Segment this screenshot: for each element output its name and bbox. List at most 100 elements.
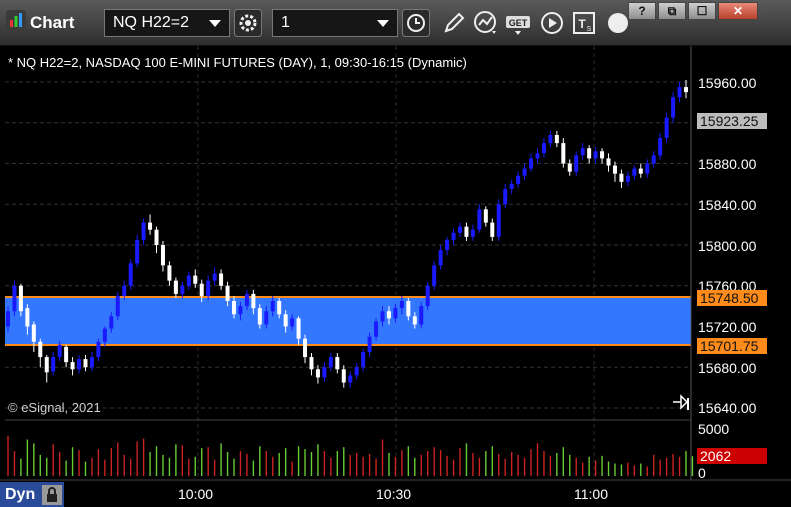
- restore-button[interactable]: ⧉: [658, 2, 686, 20]
- candle-body: [625, 175, 630, 182]
- chevron-down-icon[interactable]: [377, 20, 389, 27]
- candle-body: [25, 308, 30, 327]
- candle-body: [57, 344, 62, 358]
- candle-body: [303, 338, 308, 358]
- candle-body: [135, 239, 140, 264]
- interval-value: 1: [281, 14, 290, 31]
- candle-body: [148, 222, 153, 230]
- candle-body: [199, 283, 204, 296]
- candle-body: [541, 143, 546, 154]
- candle-body: [212, 273, 217, 281]
- candle-body: [70, 362, 75, 370]
- candle-body: [38, 341, 43, 358]
- candle-body: [516, 175, 521, 184]
- candle-body: [296, 318, 301, 339]
- band-upper-tag: 15748.50: [697, 290, 767, 306]
- candle-body: [264, 311, 269, 325]
- candle-body: [348, 375, 353, 383]
- candle-body: [399, 301, 404, 309]
- candle-body: [322, 367, 327, 378]
- symbol-value: NQ H22=2: [113, 14, 190, 31]
- y-tick-label: 15800.00: [698, 238, 757, 254]
- study-icon[interactable]: [472, 9, 500, 37]
- candle-body: [193, 275, 198, 284]
- candle-body: [251, 293, 256, 309]
- candle-body: [186, 275, 191, 286]
- candle-body: [6, 311, 10, 327]
- candle-body: [567, 163, 572, 172]
- candle-body: [44, 357, 49, 373]
- candle-body: [51, 357, 56, 372]
- candle-body: [232, 301, 236, 315]
- candle-body: [374, 321, 379, 337]
- candle-body: [535, 153, 540, 159]
- candle-body: [12, 285, 17, 312]
- candle-body: [600, 151, 605, 159]
- chart-toolbar: Chart NQ H22=2 1 GET T S ? ⧉ ☐ ✕: [0, 0, 791, 46]
- candle-body: [490, 222, 495, 237]
- candle-body: [425, 285, 430, 307]
- candle-body: [341, 369, 346, 383]
- candle-body: [180, 285, 185, 294]
- price-chart[interactable]: [0, 46, 791, 507]
- candle-body: [128, 263, 133, 286]
- candle-body: [432, 265, 437, 286]
- candle-body: [671, 97, 676, 118]
- settings-gear-icon[interactable]: [234, 9, 262, 37]
- candle-body: [587, 148, 592, 159]
- x-tick-label: 10:00: [178, 486, 214, 502]
- volume-bars: [7, 435, 694, 476]
- y-tick-label: 15880.00: [698, 156, 757, 172]
- candle-body: [141, 222, 146, 240]
- grid-lines: [5, 46, 691, 480]
- volume-tick-label: 0: [698, 465, 706, 481]
- clock-icon[interactable]: [402, 9, 430, 37]
- copyright-label: © eSignal, 2021: [8, 400, 101, 415]
- candle-body: [658, 138, 663, 156]
- candle-body: [109, 316, 114, 329]
- candle-body: [77, 359, 82, 370]
- play-replay-icon[interactable]: [538, 9, 566, 37]
- candle-body: [219, 273, 224, 286]
- chart-info-line: * NQ H22=2, NASDAQ 100 E-MINI FUTURES (D…: [8, 55, 467, 70]
- lock-icon[interactable]: [42, 485, 62, 505]
- candle-body: [380, 311, 385, 322]
- candle-body: [470, 229, 475, 237]
- candle-body: [225, 285, 230, 302]
- candle-body: [122, 285, 127, 296]
- candle-body: [645, 163, 650, 174]
- candle-body: [315, 369, 320, 378]
- candle-body: [458, 226, 462, 233]
- band-lower-tag: 15701.75: [697, 338, 767, 354]
- svg-text:S: S: [587, 26, 592, 33]
- candle-body: [561, 143, 566, 164]
- candle-body: [438, 250, 443, 266]
- scroll-to-end-icon[interactable]: [673, 394, 689, 410]
- text-tool-icon[interactable]: T S: [570, 9, 598, 37]
- get-data-icon[interactable]: GET: [504, 9, 532, 37]
- maximize-button[interactable]: ☐: [688, 2, 716, 20]
- candle-body: [393, 308, 398, 319]
- help-button[interactable]: ?: [628, 2, 656, 20]
- dynamic-mode-button[interactable]: Dyn: [0, 482, 64, 507]
- candle-body: [483, 209, 488, 223]
- candle-body: [419, 306, 424, 325]
- candle-body: [606, 158, 611, 166]
- candle-body: [412, 316, 417, 325]
- window-title: Chart: [30, 13, 75, 32]
- candle-body: [83, 359, 88, 368]
- candle-body: [445, 239, 450, 251]
- interval-combo[interactable]: 1: [272, 9, 398, 37]
- y-tick-label: 15840.00: [698, 197, 757, 213]
- svg-text:GET: GET: [509, 18, 528, 28]
- candle-body: [270, 301, 275, 312]
- chevron-down-icon[interactable]: [209, 20, 221, 27]
- close-button[interactable]: ✕: [718, 2, 758, 20]
- symbol-combo[interactable]: NQ H22=2: [104, 9, 230, 37]
- candle-body: [664, 117, 669, 139]
- pencil-draw-icon[interactable]: [440, 9, 468, 37]
- candle-body: [503, 188, 508, 205]
- mode-label: Dyn: [5, 486, 36, 503]
- candle-body: [548, 134, 553, 144]
- candle-body: [406, 301, 411, 317]
